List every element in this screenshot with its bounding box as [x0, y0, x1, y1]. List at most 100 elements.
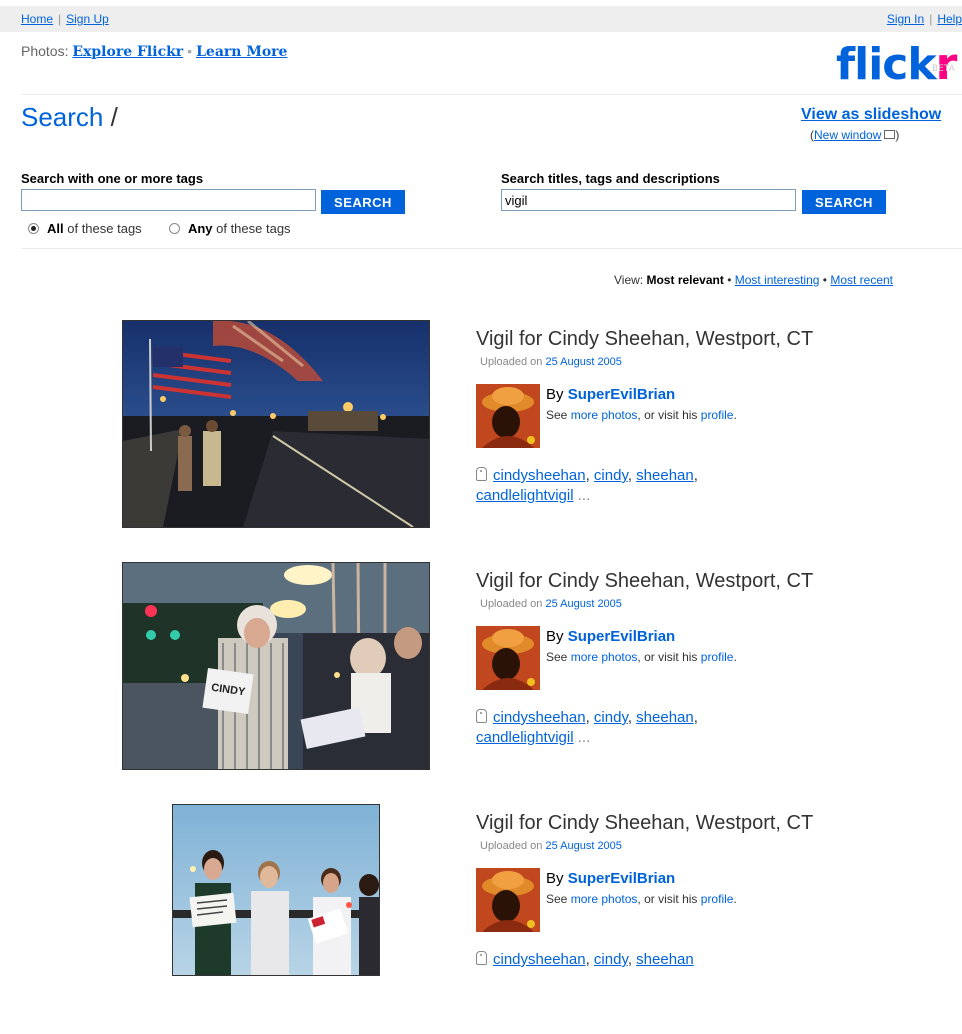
result-thumbnail[interactable] [122, 320, 430, 528]
profile-link[interactable]: profile [701, 892, 734, 906]
search-result: Vigil for Cindy Sheehan, Westport, CT Up… [0, 804, 962, 1034]
see-more-row: See more photos, or visit his profile. [546, 892, 737, 906]
more-photos-link[interactable]: more photos [571, 650, 638, 664]
photos-label: Photos: [21, 43, 69, 59]
or-visit-label: , or visit his [637, 650, 698, 664]
tag-icon [476, 951, 487, 965]
text-search-button[interactable]: SEARCH [802, 190, 886, 214]
profile-link[interactable]: profile [701, 408, 734, 422]
tag-icon [476, 467, 487, 481]
result-title[interactable]: Vigil for Cindy Sheehan, Westport, CT [476, 328, 813, 351]
username-link[interactable]: SuperEvilBrian [568, 628, 676, 645]
tag-link[interactable]: sheehan [636, 709, 694, 726]
upload-date: Uploaded on 25 August 2005 [480, 840, 622, 852]
all-tags-bold: All [47, 221, 64, 236]
result-thumbnail[interactable]: CINDY [122, 562, 430, 770]
tag-search-input[interactable] [21, 189, 316, 211]
avatar[interactable] [476, 868, 540, 932]
separator: | [58, 12, 62, 26]
tag-link[interactable]: cindysheehan [493, 467, 586, 484]
page-title: Search / [21, 102, 118, 133]
avatar[interactable] [476, 384, 540, 448]
any-tags-radio[interactable] [168, 223, 180, 235]
tag-link[interactable]: cindysheehan [493, 709, 586, 726]
new-window-link[interactable]: New window [814, 128, 881, 142]
view-dot: • [822, 273, 827, 287]
learn-more-link[interactable]: Learn More [196, 44, 287, 60]
period: . [733, 892, 737, 906]
byline: By SuperEvilBrian [546, 870, 675, 887]
result-title[interactable]: Vigil for Cindy Sheehan, Westport, CT [476, 812, 813, 835]
view-prefix: View: [614, 273, 644, 287]
all-tags-label: of these tags [63, 221, 142, 236]
tag-link[interactable]: cindy [594, 709, 628, 726]
tag-link[interactable]: cindysheehan [493, 951, 586, 968]
all-tags-radio[interactable] [28, 223, 39, 235]
any-tags-bold: Any [187, 221, 213, 236]
home-link[interactable]: Home [21, 12, 53, 26]
view-most-interesting-link[interactable]: Most interesting [735, 273, 820, 287]
by-label: By [546, 628, 564, 645]
period: . [733, 650, 737, 664]
view-as-slideshow-link[interactable]: View as slideshow [801, 106, 941, 124]
tag-list: cindysheehan, cindy, sheehan [476, 950, 806, 970]
upload-prefix: Uploaded on [480, 598, 543, 610]
upload-prefix: Uploaded on [480, 356, 543, 368]
by-label: By [546, 870, 564, 887]
tag-mode-radios: All of these tags Any of these tags [28, 221, 291, 236]
tag-list: cindysheehan, cindy, sheehan, candleligh… [476, 467, 698, 504]
username-link[interactable]: SuperEvilBrian [568, 870, 676, 887]
search-result: CINDY Vigil for Cindy Sheehan, Westport,… [0, 562, 962, 792]
sign-up-link[interactable]: Sign Up [66, 12, 109, 26]
view-most-recent-link[interactable]: Most recent [830, 273, 893, 287]
more-tags-ellipsis: ... [577, 487, 591, 504]
divider [21, 94, 962, 95]
new-window-row: (New window) [810, 128, 900, 142]
divider [21, 248, 962, 249]
tag-link[interactable]: candlelightvigil [476, 729, 574, 746]
upload-date-link[interactable]: 25 August 2005 [545, 840, 621, 852]
byline: By SuperEvilBrian [546, 628, 675, 645]
more-photos-link[interactable]: more photos [571, 892, 638, 906]
avatar[interactable] [476, 626, 540, 690]
upload-date: Uploaded on 25 August 2005 [480, 598, 622, 610]
search-result: Vigil for Cindy Sheehan, Westport, CT Up… [0, 320, 962, 550]
logo-text-blue: flick [836, 39, 937, 90]
tag-link[interactable]: cindy [594, 467, 628, 484]
text-search-label: Search titles, tags and descriptions [501, 171, 720, 186]
nav-dot: • [187, 43, 193, 59]
upload-date-link[interactable]: 25 August 2005 [545, 598, 621, 610]
see-label: See [546, 892, 568, 906]
more-tags-ellipsis: ... [577, 729, 591, 746]
username-link[interactable]: SuperEvilBrian [568, 386, 676, 403]
view-options: View: Most relevant • Most interesting •… [614, 273, 893, 287]
sign-in-link[interactable]: Sign In [887, 12, 924, 26]
profile-link[interactable]: profile [701, 650, 734, 664]
or-visit-label: , or visit his [637, 408, 698, 422]
tag-link[interactable]: candlelightvigil [476, 487, 574, 504]
result-title[interactable]: Vigil for Cindy Sheehan, Westport, CT [476, 570, 813, 593]
tag-search-button[interactable]: SEARCH [321, 190, 405, 214]
see-more-row: See more photos, or visit his profile. [546, 650, 737, 664]
tag-link[interactable]: sheehan [636, 951, 694, 968]
upload-date: Uploaded on 25 August 2005 [480, 356, 622, 368]
tag-link[interactable]: sheehan [636, 467, 694, 484]
page-title-slash: / [110, 102, 118, 132]
upload-date-link[interactable]: 25 August 2005 [545, 356, 621, 368]
text-search-input[interactable] [501, 189, 796, 211]
tag-list: cindysheehan, cindy, sheehan, candleligh… [476, 709, 698, 746]
explore-flickr-link[interactable]: Explore Flickr [72, 44, 183, 60]
byline: By SuperEvilBrian [546, 386, 675, 403]
help-link[interactable]: Help [937, 12, 962, 26]
more-photos-link[interactable]: more photos [571, 408, 638, 422]
page-title-text: Search [21, 102, 104, 132]
result-thumbnail[interactable] [172, 804, 380, 976]
tag-link[interactable]: cindy [594, 951, 628, 968]
upload-prefix: Uploaded on [480, 840, 543, 852]
tag-search-label: Search with one or more tags [21, 171, 204, 186]
top-bar: Home | Sign Up Sign In | Help [0, 6, 962, 32]
top-bar-left: Home | Sign Up [21, 12, 109, 26]
separator: | [929, 12, 933, 26]
by-label: By [546, 386, 564, 403]
flickr-logo[interactable]: flickr BETA [836, 39, 957, 90]
